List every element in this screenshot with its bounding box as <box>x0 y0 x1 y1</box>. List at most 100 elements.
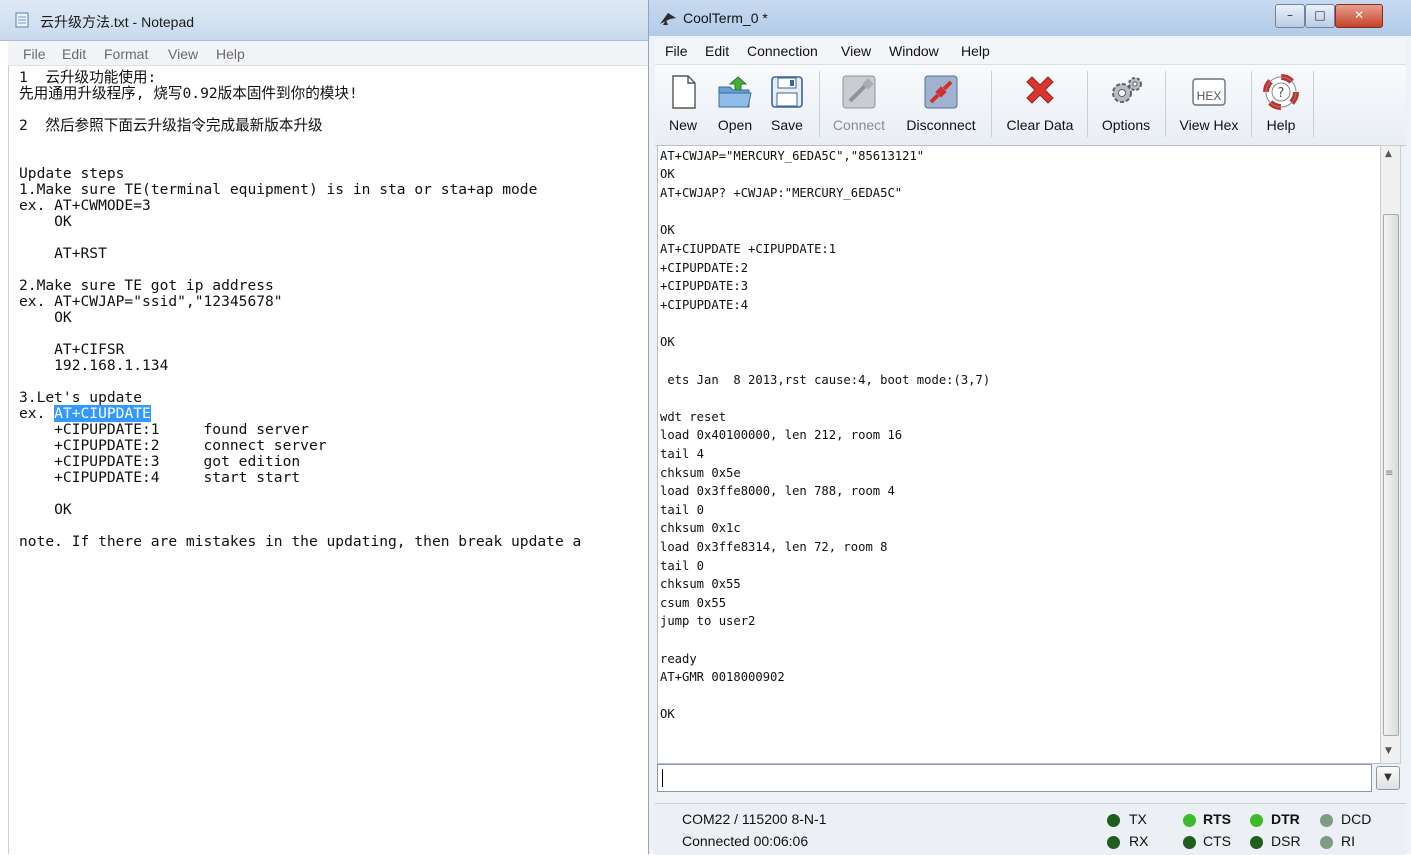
notepad-menu-help[interactable]: Help <box>216 46 245 62</box>
new-label: New <box>668 117 697 133</box>
coolterm-menu-view[interactable]: View <box>841 43 871 59</box>
save-label: Save <box>771 117 803 133</box>
dtr-label[interactable]: DTR <box>1271 811 1300 827</box>
terminal-line: jump to user2 <box>660 614 756 628</box>
notepad-menu-format[interactable]: Format <box>104 46 148 62</box>
toolbar-divider <box>1313 71 1314 137</box>
new-button[interactable]: New <box>657 67 709 141</box>
toolbar-divider <box>1251 71 1252 137</box>
open-button[interactable]: Open <box>709 67 761 141</box>
notepad-line: 2 然后参照下面云升级指令完成最新版本升级 <box>19 117 323 134</box>
coolterm-titlebar[interactable]: CoolTerm_0 * – □ ✕ <box>649 0 1411 36</box>
options-label: Options <box>1101 117 1151 133</box>
send-input-field[interactable] <box>657 764 1372 792</box>
status-bar: COM22 / 115200 8-N-1 Connected 00:06:06 … <box>655 803 1406 855</box>
notepad-menu-file[interactable]: File <box>23 46 46 62</box>
notepad-selected-text[interactable]: AT+CIUPDATE <box>54 405 151 422</box>
notepad-line: +CIPUPDATE:4 start start <box>19 469 301 486</box>
help-lifebuoy-icon: ? <box>1263 74 1299 110</box>
ri-led-icon <box>1320 836 1333 849</box>
chevron-down-icon: ▼ <box>1384 772 1392 783</box>
notepad-titlebar[interactable]: 云升级方法.txt - Notepad <box>0 0 650 41</box>
dsr-label: DSR <box>1271 833 1301 849</box>
save-button[interactable]: Save <box>761 67 813 141</box>
coolterm-menubar: File Edit Connection View Window Help <box>655 38 1406 64</box>
coolterm-menu-edit[interactable]: Edit <box>705 43 729 59</box>
notepad-line: +CIPUPDATE:1 found server <box>19 421 309 438</box>
text-caret <box>662 769 663 787</box>
cts-led-icon <box>1183 836 1196 849</box>
scroll-down-arrow-icon[interactable]: ▼ <box>1385 746 1392 756</box>
connection-time-text: Connected 00:06:06 <box>682 833 809 849</box>
notepad-line: +CIPUPDATE:2 connect server <box>19 437 327 454</box>
notepad-line: OK <box>19 213 72 230</box>
dcd-led-icon <box>1320 814 1333 827</box>
tx-label: TX <box>1129 811 1147 827</box>
save-disk-icon <box>771 76 803 108</box>
rts-label[interactable]: RTS <box>1203 811 1231 827</box>
disconnect-plug-icon <box>924 75 958 109</box>
dcd-label: DCD <box>1341 811 1372 827</box>
coolterm-menu-window[interactable]: Window <box>889 43 939 59</box>
input-history-dropdown-button[interactable]: ▼ <box>1376 766 1400 790</box>
terminal-line: OK <box>660 707 675 721</box>
terminal-line: chksum 0x1c <box>660 521 741 535</box>
scrollbar-grip-icon: ≡ <box>1385 468 1394 479</box>
connect-button[interactable]: Connect <box>827 67 891 141</box>
terminal-line: +CIPUPDATE:2 <box>660 261 749 275</box>
rts-led-icon[interactable] <box>1183 814 1196 827</box>
options-button[interactable]: Options <box>1093 67 1159 141</box>
hex-icon-text: HEX <box>1196 89 1222 103</box>
notepad-line: OK <box>19 309 72 326</box>
coolterm-menu-help[interactable]: Help <box>961 43 990 59</box>
ri-label: RI <box>1341 833 1355 849</box>
clear-data-button[interactable]: Clear Data <box>999 67 1081 141</box>
notepad-line: AT+CIFSR <box>19 341 125 358</box>
disconnect-button[interactable]: Disconnect <box>899 67 983 141</box>
connect-label: Connect <box>832 117 886 133</box>
notepad-menu-view[interactable]: View <box>168 46 198 62</box>
notepad-line: note. If there are mistakes in the updat… <box>19 533 582 550</box>
notepad-text-area[interactable]: 1 云升级功能使用: 先用通用升级程序, 烧写0.92版本固件到你的模块! 2 … <box>8 66 651 854</box>
terminal-line: tail 0 <box>660 503 705 517</box>
notepad-window: 云升级方法.txt - Notepad File Edit Format Vie… <box>0 0 651 854</box>
maximize-button[interactable]: □ <box>1305 4 1335 28</box>
toolbar-divider <box>1165 71 1166 137</box>
minimize-button[interactable]: – <box>1275 4 1305 28</box>
terminal-line: wdt reset <box>660 410 727 424</box>
notepad-line: ex. AT+CWMODE=3 <box>19 197 151 214</box>
close-button[interactable]: ✕ <box>1335 4 1383 28</box>
notepad-line: 1 云升级功能使用: <box>19 69 157 86</box>
terminal-line: load 0x3ffe8000, len 788, room 4 <box>660 484 895 498</box>
terminal-line: load 0x3ffe8314, len 72, room 8 <box>660 540 888 554</box>
view-hex-button[interactable]: HEX View Hex <box>1173 67 1245 141</box>
notepad-line-prefix: ex. <box>19 405 55 422</box>
dtr-led-icon[interactable] <box>1250 814 1263 827</box>
notepad-menubar: File Edit Format View Help <box>8 41 650 66</box>
terminal-line: OK <box>660 335 675 349</box>
terminal-line: AT+GMR 0018000902 <box>660 670 785 684</box>
scroll-up-arrow-icon[interactable]: ▲ <box>1385 149 1392 159</box>
help-button[interactable]: ? Help <box>1255 67 1307 141</box>
terminal-line: load 0x40100000, len 212, room 16 <box>660 428 903 442</box>
notepad-title: 云升级方法.txt - Notepad <box>40 14 195 30</box>
notepad-line: +CIPUPDATE:3 got edition <box>19 453 301 470</box>
terminal-output[interactable]: AT+CWJAP="MERCURY_6EDA5C","85613121" OK … <box>657 145 1381 764</box>
terminal-line: AT+CWJAP? +CWJAP:"MERCURY_6EDA5C" <box>660 186 903 200</box>
notepad-menu-edit[interactable]: Edit <box>62 46 86 62</box>
toolbar-divider <box>991 71 992 137</box>
svg-text:?: ? <box>1278 86 1285 101</box>
notepad-line: ex. AT+CWJAP="ssid","12345678" <box>19 293 283 310</box>
options-gear-icon <box>1112 77 1142 103</box>
dsr-led-icon <box>1250 836 1263 849</box>
coolterm-window: CoolTerm_0 * – □ ✕ File Edit Connection … <box>648 0 1411 855</box>
notepad-line: 192.168.1.134 <box>19 357 169 374</box>
coolterm-menu-connection[interactable]: Connection <box>747 43 818 59</box>
notepad-line: ex. AT+CIUPDATE <box>19 405 151 422</box>
notepad-line: 2.Make sure TE got ip address <box>19 277 274 294</box>
view-hex-label: View Hex <box>1179 117 1239 133</box>
terminal-line: ets Jan 8 2013,rst cause:4, boot mode:(3… <box>660 373 991 387</box>
terminal-line: OK <box>660 223 675 237</box>
coolterm-menu-file[interactable]: File <box>665 43 688 59</box>
terminal-scrollbar[interactable]: ▲ ≡ ▼ <box>1380 145 1401 764</box>
